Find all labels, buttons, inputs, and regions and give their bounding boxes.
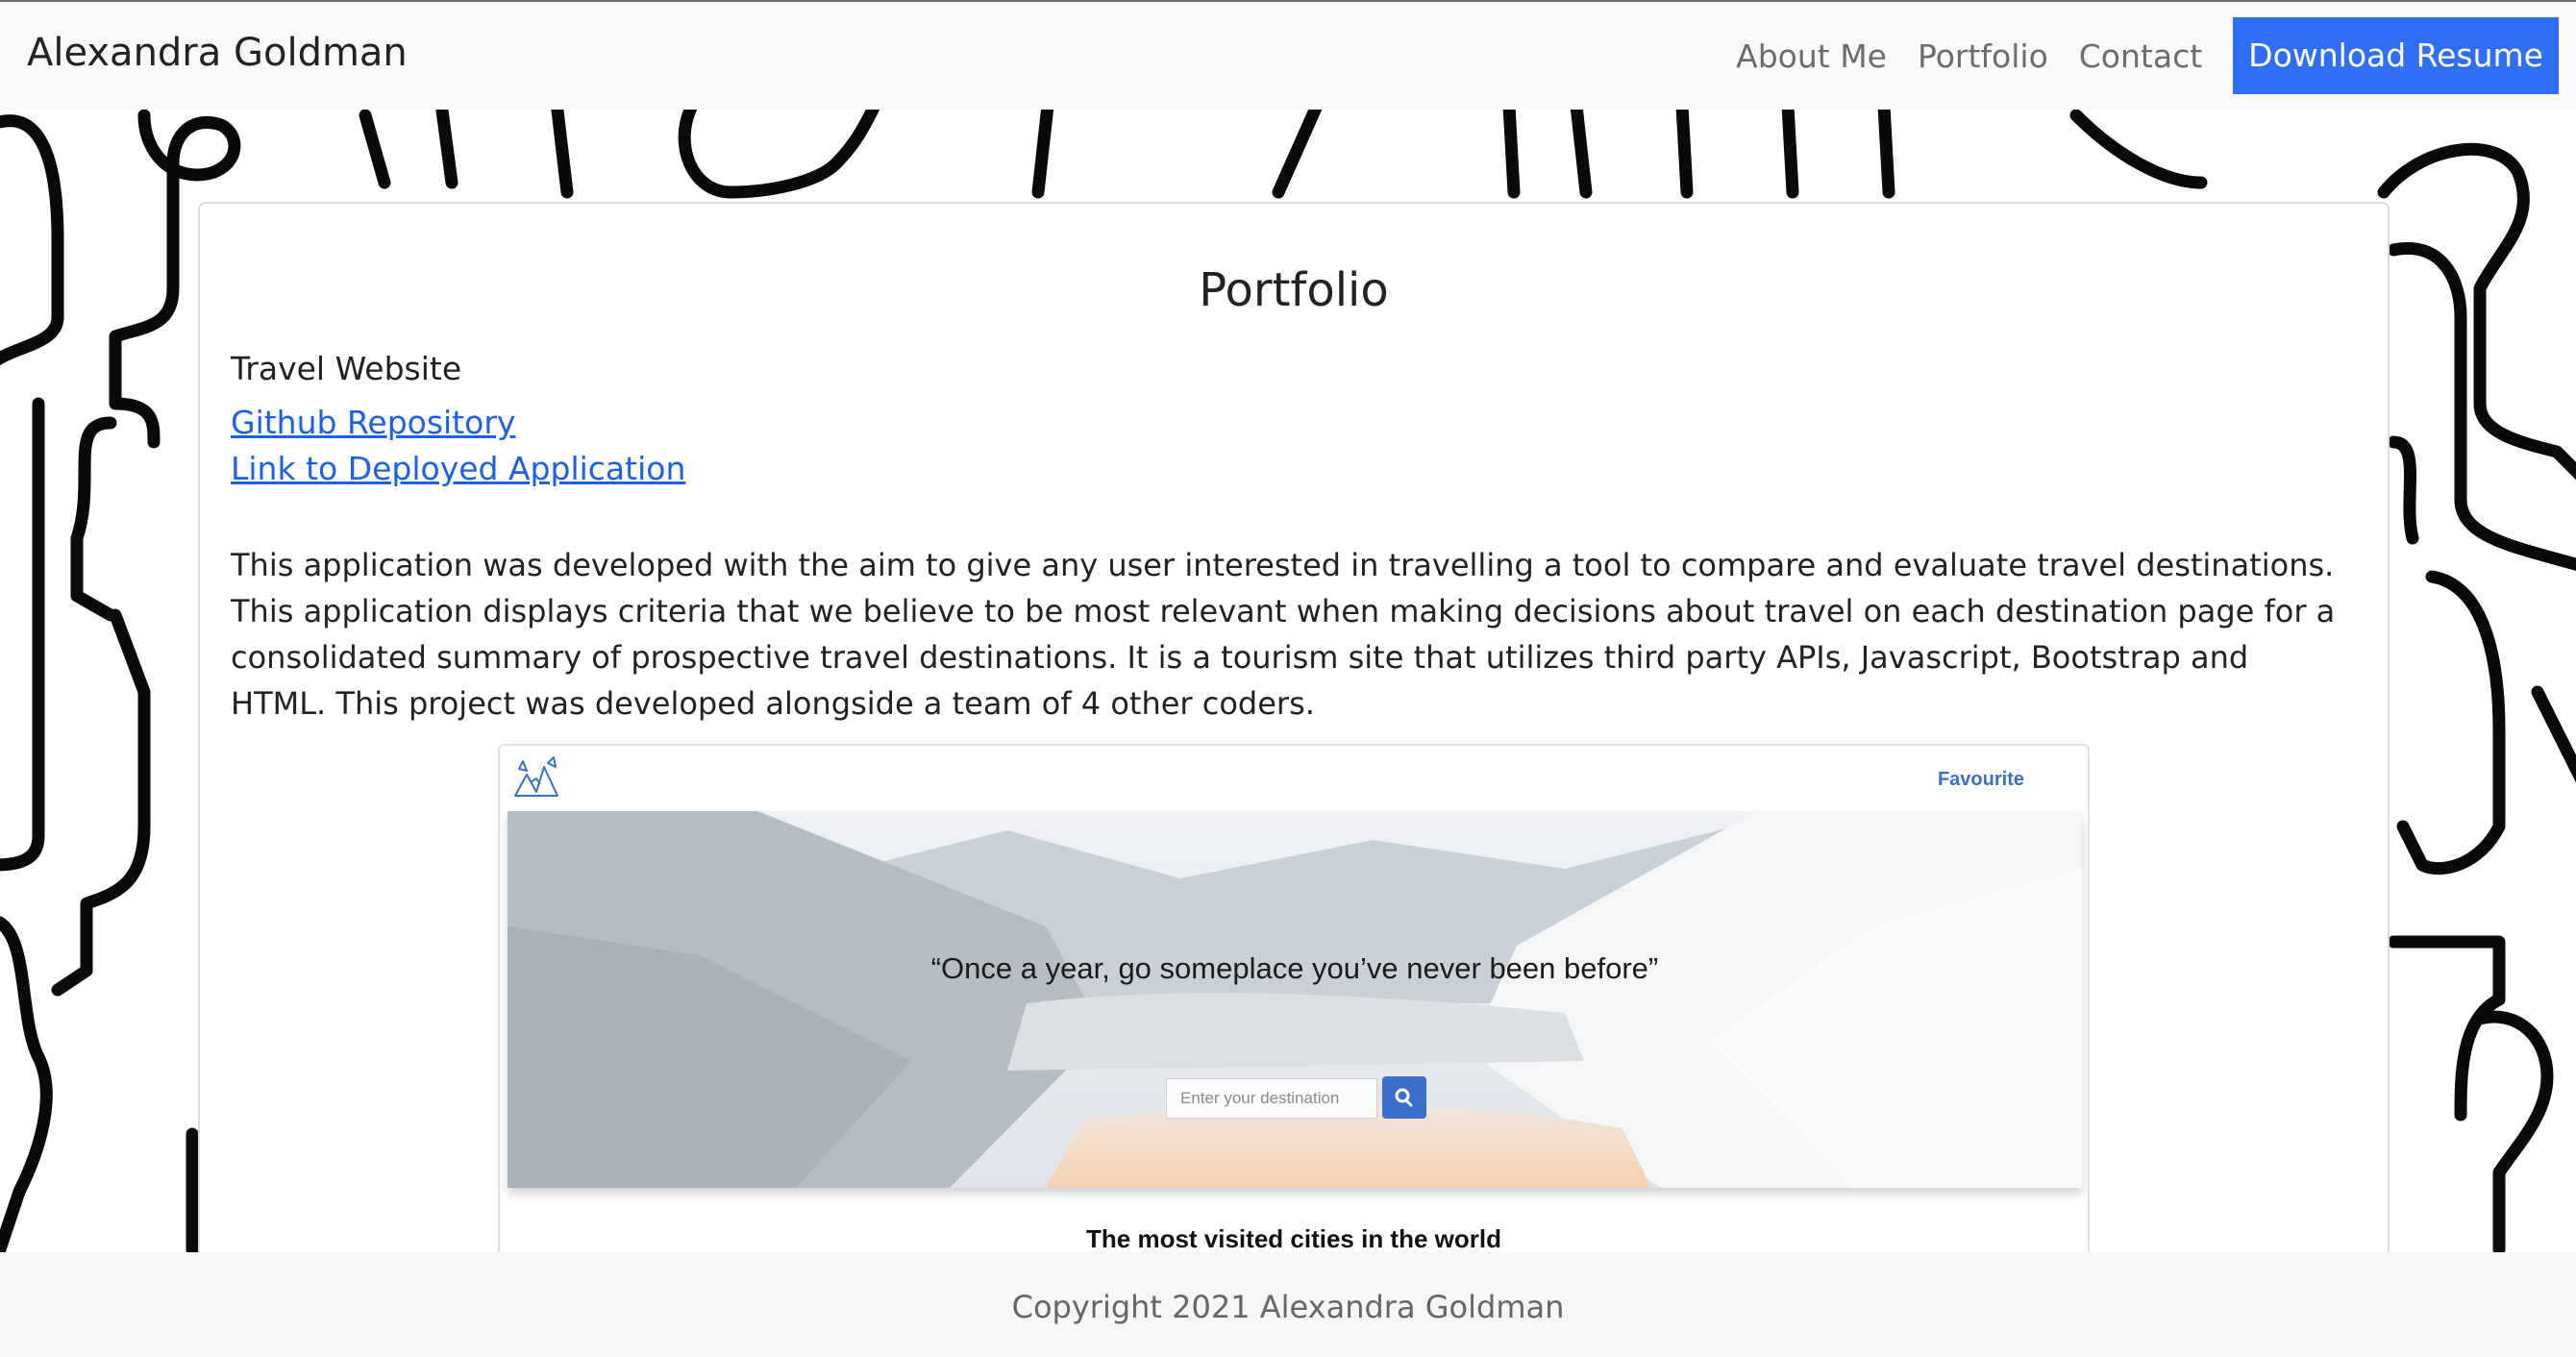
- snowy-valley-illustration: [508, 811, 2082, 1188]
- preview-search-button: [1382, 1076, 1426, 1119]
- copyright-text: Copyright 2021 Alexandra Goldman: [1011, 1289, 1565, 1325]
- portfolio-card: Portfolio Travel Website Github Reposito…: [198, 202, 2390, 1319]
- nav-link-portfolio[interactable]: Portfolio: [1918, 37, 2048, 75]
- download-resume-button[interactable]: Download Resume: [2233, 17, 2559, 94]
- preview-hero-image: “Once a year, go someplace you’ve never …: [508, 811, 2082, 1188]
- footer: Copyright 2021 Alexandra Goldman: [0, 1252, 2576, 1357]
- project-screenshot: Favourite “Once a year, go someplace you…: [498, 744, 2090, 1319]
- brand-name[interactable]: Alexandra Goldman: [27, 31, 408, 75]
- deployed-application-link[interactable]: Link to Deployed Application: [231, 450, 685, 487]
- nav-links: About Me Portfolio Contact Download Resu…: [1736, 17, 2576, 94]
- preview-subheading: The most visited cities in the world: [1086, 1224, 1501, 1253]
- preview-quote: “Once a year, go someplace you’ve never …: [930, 951, 1659, 985]
- preview-favourite-link: Favourite: [1937, 769, 2024, 790]
- travel-logo-icon: [514, 756, 558, 797]
- nav-link-contact[interactable]: Contact: [2079, 37, 2202, 75]
- project-description: This application was developed with the …: [231, 547, 2336, 722]
- preview-search-input: Enter your destination: [1166, 1078, 1377, 1119]
- page-title: Portfolio: [1199, 263, 1389, 317]
- magnifier-icon: [1395, 1088, 1413, 1107]
- github-repository-link[interactable]: Github Repository: [231, 404, 515, 441]
- navbar: Alexandra Goldman About Me Portfolio Con…: [0, 0, 2576, 110]
- project-title: Travel Website: [231, 350, 462, 387]
- nav-link-about-me[interactable]: About Me: [1736, 37, 1887, 75]
